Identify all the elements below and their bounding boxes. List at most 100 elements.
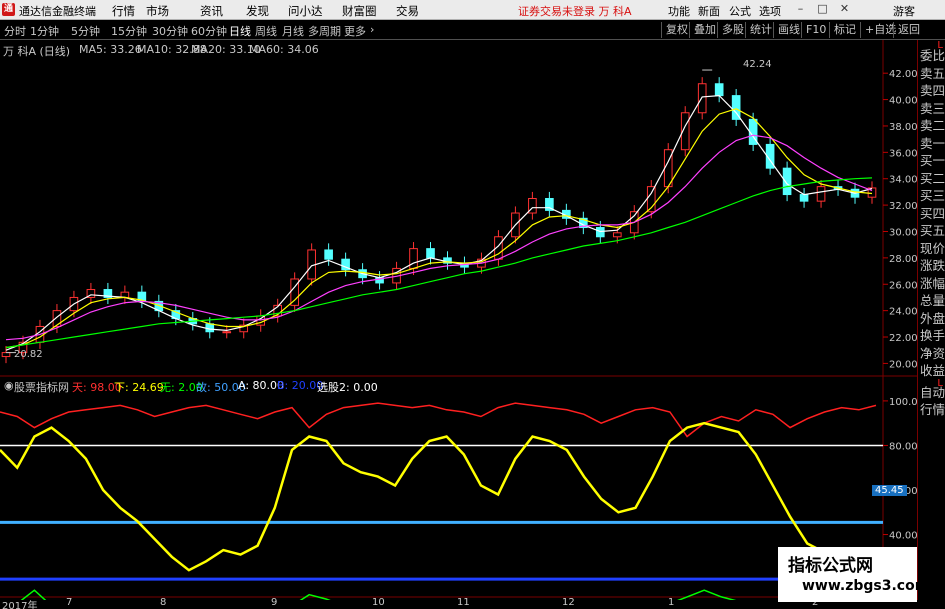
quote-tab-16[interactable]: 换手 [920,328,945,344]
watermark: 指标公式网 www.zbgs3.com [778,547,929,602]
menu-bar: 通 通达信金融终端 行情 市场 资讯 发现 问小达 财富圈 交易 证券交易未登录… [0,0,945,20]
candle-body [816,186,826,202]
period-intraday[interactable]: 分时 [4,23,26,39]
low-price-label: 20.82 [14,349,43,360]
indicator-wu-line [20,589,737,600]
period-30min[interactable]: 30分钟 [152,23,188,39]
candle-body [697,83,707,114]
menu-function[interactable]: 功能 [668,3,690,19]
candle-body [782,167,792,196]
add-watchlist-button[interactable]: +自选 [860,22,896,38]
chevron-right-icon[interactable]: › [370,23,374,36]
y-tick-label: 30.00 [889,227,917,238]
date-label-1: 7 [66,597,73,608]
menu-new-page[interactable]: 新面 [698,3,720,19]
menu-ask-xiaoda[interactable]: 问小达 [288,3,323,19]
period-1min[interactable]: 1分钟 [30,23,59,39]
quote-tab-17[interactable]: 净资 [920,346,945,362]
quote-tab-1[interactable]: 卖五 [920,66,945,82]
quote-tab-7[interactable]: 买二 [920,171,945,187]
ma10-line [5,108,873,349]
quote-tab-12[interactable]: 涨跌 [920,258,945,274]
close-button[interactable]: ✕ [838,2,851,16]
overlay-button[interactable]: 叠加 [689,22,716,38]
y-tick-label: 24.00 [889,307,917,318]
date-label-4: 10 [372,597,385,608]
period-weekly[interactable]: 周线 [255,23,277,39]
quote-panel-tabs: L L 委比 卖五 卖四 卖三 卖二 卖一 买一 买二 买三 买四 买五 现价 涨跌 涨幅 总量 外盘 换手 净资… [917,40,945,600]
indicator-xia: 下: 24.69 [114,381,164,394]
period-5min[interactable]: 5分钟 [71,23,100,39]
auto-quote-tab-0[interactable]: 自动 [920,385,945,401]
period-daily[interactable]: 日线 [229,23,251,39]
menu-options[interactable]: 选项 [759,3,781,19]
auto-quote-tab-1[interactable]: 行情 [920,402,945,418]
indicator-menu-icon[interactable]: ◉ [4,379,14,392]
minimize-button[interactable]: – [794,2,807,16]
quote-tab-5[interactable]: 卖一 [920,136,945,152]
quote-tab-11[interactable]: 现价 [920,241,945,257]
candle-body [714,83,724,97]
period-60min[interactable]: 60分钟 [191,23,227,39]
menu-trade[interactable]: 交易 [396,3,419,19]
adjust-button[interactable]: 复权 [661,22,688,38]
candle-body [426,248,435,259]
candle-body [1,352,11,358]
stats-button[interactable]: 统计 [745,22,772,38]
quote-tab-0[interactable]: 委比 [920,48,945,64]
candle-body [409,248,418,269]
menu-discover[interactable]: 发现 [246,3,269,19]
quote-tab-10[interactable]: 买五 [920,223,945,239]
quote-tab-15[interactable]: 外盘 [920,311,945,327]
quote-tab-2[interactable]: 卖四 [920,83,945,99]
candle-body [205,323,215,333]
quote-tab-13[interactable]: 涨幅 [920,276,945,292]
y-tick-label: 28.00 [889,254,917,265]
y-tick-label: 38.00 [889,122,917,133]
ma20-line [5,134,873,341]
menu-news[interactable]: 资讯 [200,3,223,19]
y-tick-label: 22.00 [889,333,917,344]
indicator-xuangu2: 选股2: 0.00 [317,381,378,394]
level-readout: 45.45 [872,485,907,496]
quote-tab-6[interactable]: 买一 [920,153,945,169]
period-monthly[interactable]: 月线 [282,23,304,39]
ma5-label: MA5: 33.26 [79,43,142,56]
menu-quotes[interactable]: 行情 [112,3,135,19]
back-button[interactable]: 返回 [893,22,920,38]
date-label-5: 11 [457,597,470,608]
app-title: 通达信金融终端 [19,5,96,18]
y-tick-label: 34.00 [889,175,917,186]
chart-area: 20.00 22.00 24.00 26.00 28.00 30.00 32.00 34.00… [0,40,917,600]
quote-tab-3[interactable]: 卖三 [920,101,945,117]
app-logo-icon: 通 [2,3,15,16]
y-tick-label: 42.00 [889,69,917,80]
indicator-name[interactable]: 股票指标网 [14,379,69,395]
menu-formula[interactable]: 公式 [729,3,751,19]
period-multi[interactable]: 多周期 [308,23,341,39]
menu-wealth-circle[interactable]: 财富圈 [342,3,377,19]
high-price-label: 42.24 [743,59,772,70]
candle-body [612,232,622,238]
f10-button[interactable]: F10 [801,22,826,38]
quote-tab-4[interactable]: 卖二 [920,118,945,134]
quote-tab-18[interactable]: 收益 [920,363,945,379]
candle-body [324,249,333,260]
maximize-button[interactable]: □ [816,2,829,16]
date-label-2: 8 [160,597,167,608]
ma60-label: MA60: 34.06 [249,43,319,56]
quote-tab-8[interactable]: 买三 [920,188,945,204]
quote-tab-14[interactable]: 总量 [920,293,945,309]
y-tick-label: 32.00 [889,201,917,212]
draw-line-button[interactable]: 画线 [773,22,800,38]
guest-label[interactable]: 游客 [893,3,915,19]
indicator-tian-line [0,402,877,438]
period-more[interactable]: 更多 [344,23,366,39]
mark-button[interactable]: 标记 [829,22,856,38]
menu-market[interactable]: 市场 [146,3,169,19]
period-15min[interactable]: 15分钟 [111,23,147,39]
quote-tab-9[interactable]: 买四 [920,206,945,222]
multi-stock-button[interactable]: 多股 [717,22,744,38]
stock-name: 万 科A (日线) [3,45,71,58]
date-label-3: 9 [271,597,278,608]
